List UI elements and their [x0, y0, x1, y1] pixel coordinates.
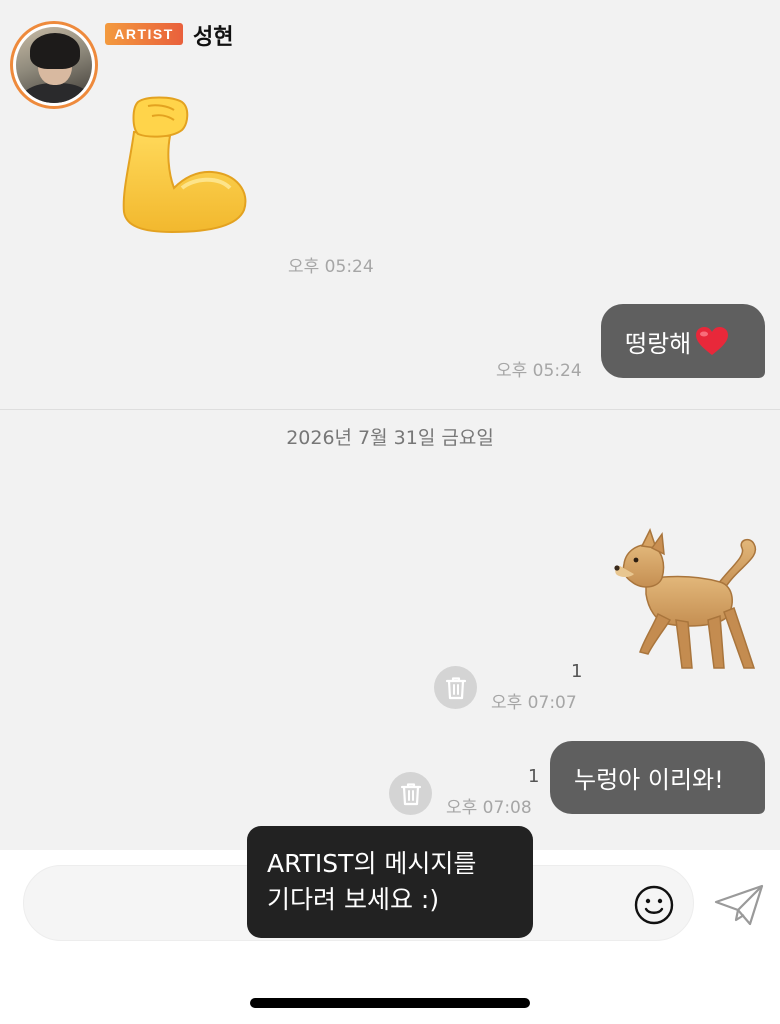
wait-for-artist-tooltip: ARTIST의 메시지를 기다려 보세요 :) — [247, 826, 533, 938]
message-text: 누렁아 이리와! — [574, 766, 724, 794]
delete-message-button[interactable] — [389, 772, 432, 815]
day-divider — [0, 409, 780, 410]
smiley-icon[interactable] — [634, 885, 674, 925]
artist-avatar[interactable] — [10, 21, 98, 109]
trash-icon — [445, 676, 466, 699]
message-time: 오후 05:24 — [496, 361, 582, 381]
date-separator: 2026년 7월 31일 금요일 — [286, 427, 494, 449]
unread-count: 1 — [571, 661, 583, 682]
chat-area[interactable]: ARTIST 성현 오후 05:24 오후 05:24 떵랑해 2026년 7월… — [0, 0, 780, 850]
message-time: 오후 05:24 — [288, 257, 374, 277]
message-text: 떵랑해 — [625, 329, 692, 358]
message-bubble[interactable]: 누렁아 이리와! — [550, 741, 765, 814]
tooltip-line: ARTIST의 메시지를 — [267, 849, 477, 878]
delete-message-button[interactable] — [434, 666, 477, 709]
message-bubble[interactable]: 떵랑해 — [601, 304, 765, 378]
message-time: 오후 07:07 — [491, 693, 577, 713]
trash-icon — [400, 782, 421, 805]
tooltip-line: 기다려 보세요 :) — [267, 885, 440, 914]
message-time: 오후 07:08 — [446, 798, 532, 818]
home-indicator[interactable] — [250, 998, 530, 1008]
artist-name: 성현 — [193, 25, 234, 50]
artist-badge: ARTIST — [105, 23, 183, 45]
flexed-biceps-emoji — [122, 96, 247, 234]
unread-count: 1 — [528, 766, 540, 787]
paper-plane-icon[interactable] — [714, 884, 764, 926]
dog-emoji — [614, 528, 757, 669]
red-heart-emoji — [696, 327, 729, 355]
